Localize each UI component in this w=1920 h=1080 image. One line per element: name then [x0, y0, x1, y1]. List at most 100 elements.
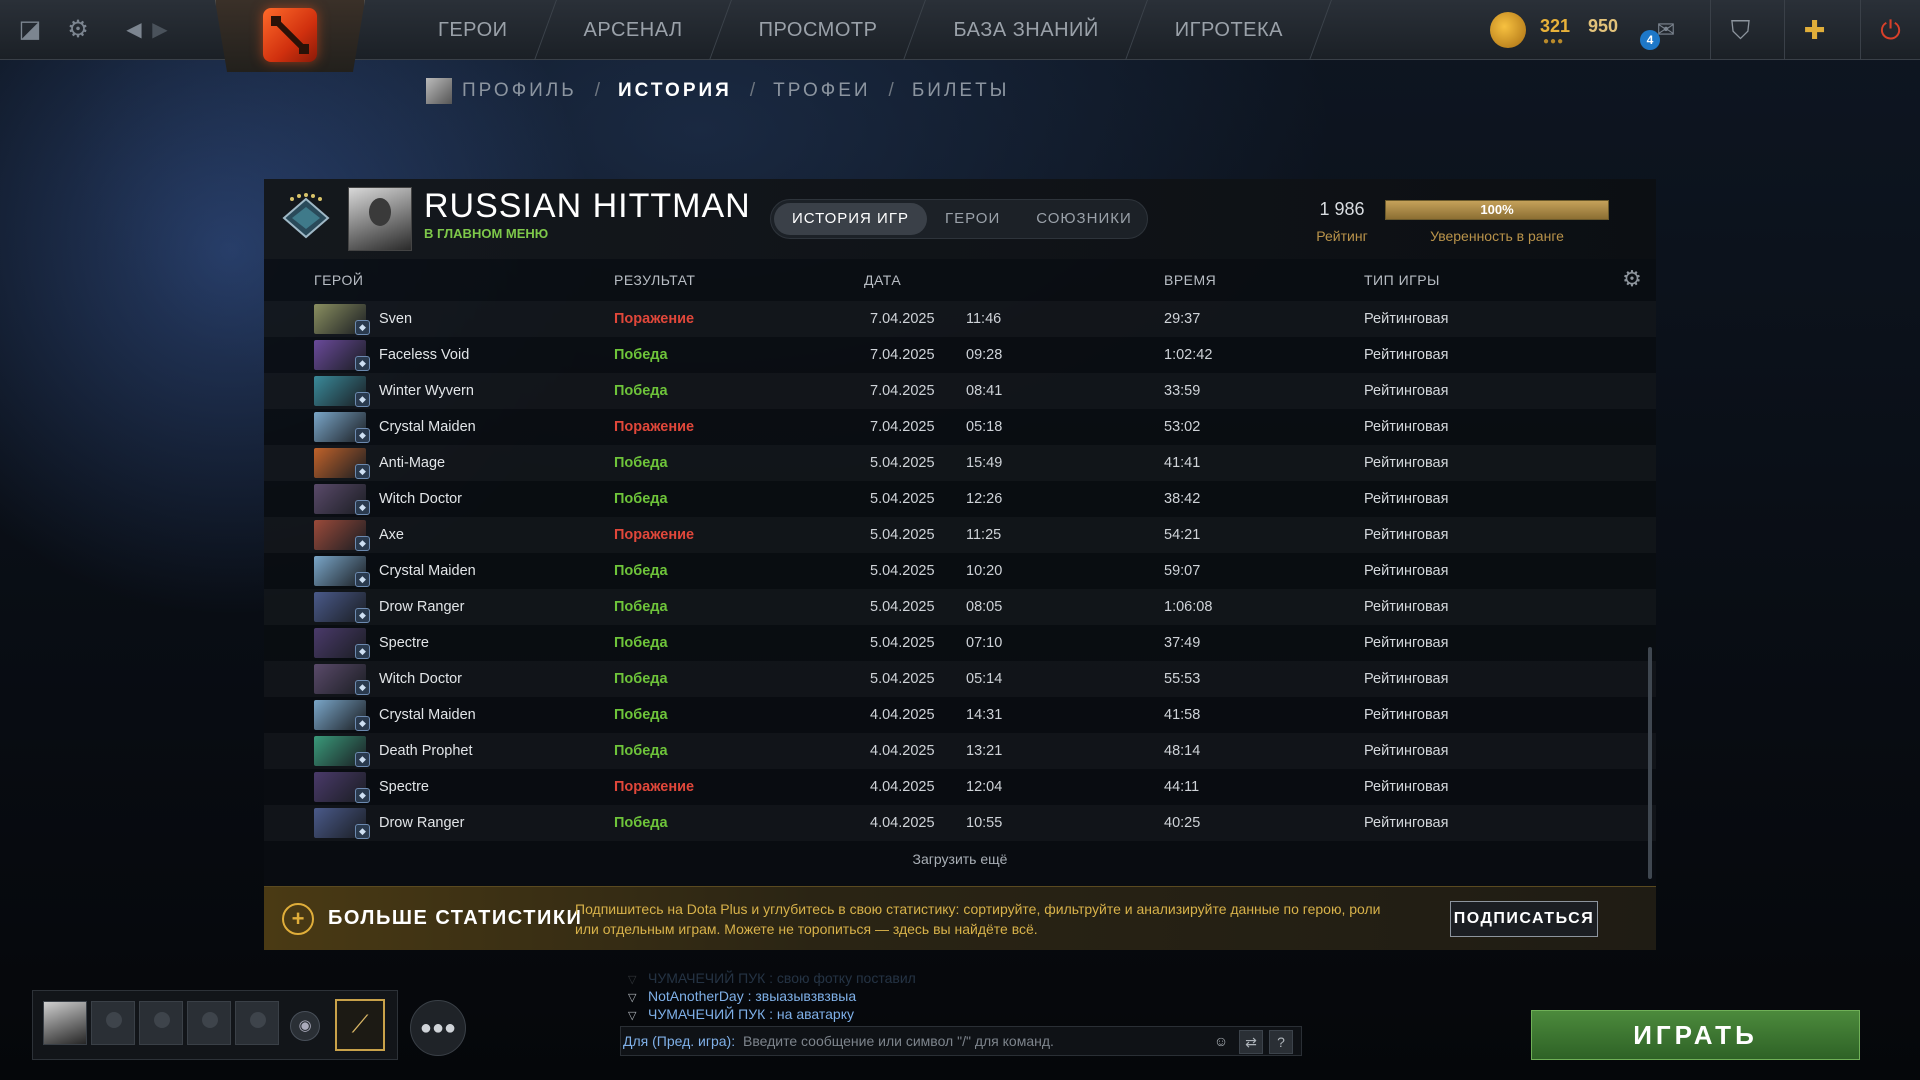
match-duration: 48:14 — [1164, 743, 1201, 759]
user-placeholder-icon — [250, 1012, 266, 1028]
subscribe-button[interactable]: ПОДПИСАТЬСЯ — [1450, 901, 1598, 937]
forward-arrow-icon[interactable]: ▶ — [144, 14, 176, 46]
match-row[interactable]: ◆ Drow Ranger Победа 5.04.2025 08:05 1:06:08 Р… — [264, 589, 1656, 625]
match-time: 05:14 — [966, 671, 1003, 687]
column-result[interactable]: РЕЗУЛЬТАТ — [614, 272, 695, 288]
chat-wheel-icon[interactable]: ⇄ — [1239, 1030, 1263, 1054]
party-slot-self[interactable] — [43, 1001, 87, 1045]
nav-learn[interactable]: БАЗА ЗНАНИЙ — [915, 0, 1136, 60]
party-slot-empty[interactable] — [139, 1001, 183, 1045]
match-result: Победа — [614, 743, 668, 759]
match-game-type: Рейтинговая — [1364, 311, 1449, 327]
chat-username[interactable]: ЧУМАЧЕЧИЙ ПУК — [648, 970, 765, 986]
match-row[interactable]: ◆ Axe Поражение 5.04.2025 11:25 54:21 Рейтинго… — [264, 517, 1656, 553]
match-row[interactable]: ◆ Death Prophet Победа 4.04.2025 13:21 48:14 Р… — [264, 733, 1656, 769]
chat-text: : свою фотку поставил — [765, 970, 916, 986]
tab-heroes[interactable]: ГЕРОИ — [927, 203, 1018, 235]
party-slot-empty[interactable] — [235, 1001, 279, 1045]
chat-channel-label[interactable]: Для (Пред. игра): — [623, 1033, 735, 1049]
profile-header: RUSSIAN HITTMAN В ГЛАВНОМ МЕНЮ ИСТОРИЯ И… — [264, 179, 1656, 259]
match-row[interactable]: ◆ Crystal Maiden Победа 4.04.2025 14:31 41:58… — [264, 697, 1656, 733]
match-duration: 29:37 — [1164, 311, 1201, 327]
party-slot-empty[interactable] — [91, 1001, 135, 1045]
match-date: 5.04.2025 — [870, 635, 935, 651]
chat-input[interactable] — [743, 1029, 1223, 1053]
match-duration: 41:58 — [1164, 707, 1201, 723]
subnav-separator: / — [594, 80, 601, 101]
match-duration: 55:53 — [1164, 671, 1201, 687]
match-row[interactable]: ◆ Witch Doctor Победа 5.04.2025 05:14 55:53 Ре… — [264, 661, 1656, 697]
tab-allies[interactable]: СОЮЗНИКИ — [1018, 203, 1150, 235]
party-slot-empty[interactable] — [187, 1001, 231, 1045]
match-game-type: Рейтинговая — [1364, 419, 1449, 435]
dota-plus-promo: + БОЛЬШЕ СТАТИСТИКИ Подпишитесь на Dota … — [264, 886, 1656, 950]
nav-watch[interactable]: ПРОСМОТР — [721, 0, 916, 60]
hero-name: Witch Doctor — [379, 491, 462, 507]
nav-armory[interactable]: АРСЕНАЛ — [546, 0, 721, 60]
match-game-type: Рейтинговая — [1364, 815, 1449, 831]
column-game-type[interactable]: ТИП ИГРЫ — [1364, 272, 1440, 288]
match-date: 5.04.2025 — [870, 527, 935, 543]
match-list-scrollbar[interactable] — [1648, 301, 1652, 879]
match-row[interactable]: ◆ Winter Wyvern Победа 7.04.2025 08:41 33:59 Р… — [264, 373, 1656, 409]
voice-chat-icon[interactable]: ◉ — [290, 1011, 320, 1041]
match-row[interactable]: ◆ Crystal Maiden Победа 5.04.2025 10:20 59:07… — [264, 553, 1656, 589]
ranked-badge-icon[interactable]: ⟋ — [335, 999, 385, 1051]
column-date[interactable]: ДАТА — [864, 272, 901, 288]
player-avatar[interactable] — [348, 187, 412, 251]
mail-count-badge: 4 — [1640, 30, 1660, 50]
user-placeholder-icon — [154, 1012, 170, 1028]
scrollbar-thumb[interactable] — [1648, 647, 1652, 879]
match-row[interactable]: ◆ Sven Поражение 7.04.2025 11:46 29:37 Рейтинг… — [264, 301, 1656, 337]
settings-gear-icon[interactable]: ⚙ — [62, 14, 94, 46]
dota-plus-icon[interactable]: ✚ — [1784, 0, 1844, 60]
match-row[interactable]: ◆ Spectre Победа 5.04.2025 07:10 37:49 Рейтинг… — [264, 625, 1656, 661]
match-row[interactable]: ◆ Crystal Maiden Поражение 7.04.2025 05:18 53… — [264, 409, 1656, 445]
hero-name: Spectre — [379, 635, 429, 651]
load-more-link[interactable]: Загрузить ещё — [264, 851, 1656, 867]
power-icon[interactable]: ⏻ — [1860, 0, 1920, 60]
rank-medal-icon — [282, 193, 330, 239]
dota-menu-icon[interactable]: ◪ — [14, 14, 46, 46]
column-duration[interactable]: ВРЕМЯ — [1164, 272, 1216, 288]
play-button[interactable]: ИГРАТЬ — [1531, 1010, 1860, 1060]
subnav-profile[interactable]: ПРОФИЛЬ — [462, 80, 577, 102]
nav-heroes[interactable]: ГЕРОИ — [400, 0, 546, 60]
chat-help-button[interactable]: ? — [1269, 1030, 1293, 1054]
match-duration: 40:25 — [1164, 815, 1201, 831]
match-result: Победа — [614, 491, 668, 507]
match-row[interactable]: ◆ Faceless Void Победа 7.04.2025 09:28 1:02:4… — [264, 337, 1656, 373]
match-time: 05:18 — [966, 419, 1003, 435]
inventory-icon[interactable]: ⛉ — [1710, 0, 1770, 60]
subnav-trophies[interactable]: ТРОФЕИ — [773, 80, 870, 102]
match-result: Победа — [614, 671, 668, 687]
nav-arcade[interactable]: ИГРОТЕКА — [1137, 0, 1321, 60]
promo-text: Подпишитесь на Dota Plus и углубитесь в … — [575, 901, 1381, 937]
match-duration: 59:07 — [1164, 563, 1201, 579]
tab-match-history[interactable]: ИСТОРИЯ ИГР — [774, 203, 927, 235]
party-menu-icon[interactable]: ●●● — [410, 1000, 466, 1056]
hero-name: Anti-Mage — [379, 455, 446, 471]
party-bar: ◉ ⟋ — [32, 990, 398, 1060]
match-row[interactable]: ◆ Drow Ranger Победа 4.04.2025 10:55 40:25 Рей… — [264, 805, 1656, 841]
role-badge-icon: ◆ — [355, 752, 370, 767]
dashboard-tab[interactable] — [215, 0, 365, 72]
rank-icon: ▽ — [628, 974, 637, 986]
match-game-type: Рейтинговая — [1364, 383, 1449, 399]
chat-username[interactable]: ЧУМАЧЕЧИЙ ПУК — [648, 1006, 765, 1022]
emoji-icon[interactable]: ☺ — [1209, 1030, 1233, 1054]
subnav-tickets[interactable]: БИЛЕТЫ — [912, 80, 1010, 102]
match-duration: 1:06:08 — [1164, 599, 1213, 615]
chat-username[interactable]: NotAnotherDay — [648, 988, 744, 1004]
role-badge-icon: ◆ — [355, 356, 370, 371]
match-date: 4.04.2025 — [870, 779, 935, 795]
shards-icon[interactable] — [1490, 12, 1526, 48]
table-settings-gear-icon[interactable]: ⚙ — [1620, 267, 1644, 291]
match-row[interactable]: ◆ Anti-Mage Победа 5.04.2025 15:49 41:41 Рейти… — [264, 445, 1656, 481]
match-row[interactable]: ◆ Spectre Поражение 4.04.2025 12:04 44:11 Рейт… — [264, 769, 1656, 805]
column-hero[interactable]: ГЕРОЙ — [314, 272, 363, 288]
match-date: 5.04.2025 — [870, 671, 935, 687]
match-row[interactable]: ◆ Witch Doctor Победа 5.04.2025 12:26 38:42 Ре… — [264, 481, 1656, 517]
match-date: 4.04.2025 — [870, 707, 935, 723]
subnav-history[interactable]: ИСТОРИЯ — [618, 80, 732, 102]
